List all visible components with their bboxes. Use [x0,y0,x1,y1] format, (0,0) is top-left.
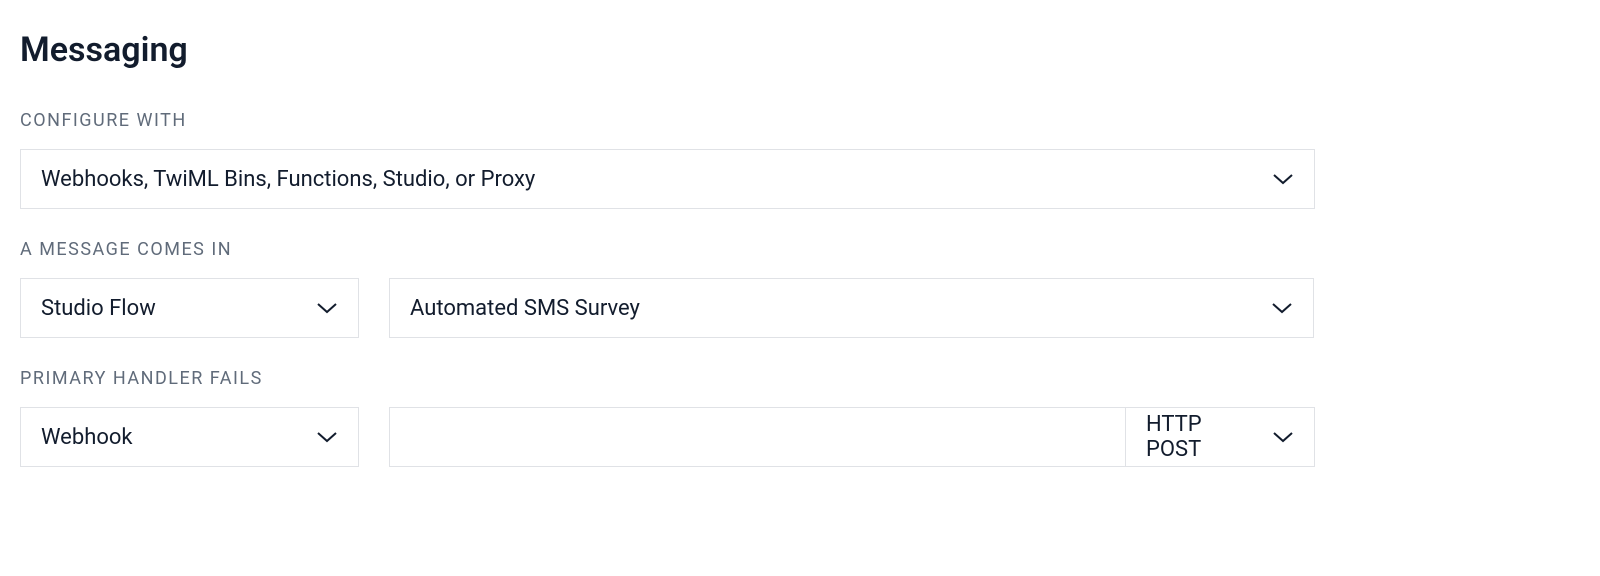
primary-handler-fails-group: Primary handler fails Webhook HTTP POST [20,368,1580,467]
chevron-down-icon [316,301,338,315]
chevron-down-icon [316,430,338,444]
message-handler-type-value: Studio Flow [41,296,156,321]
message-comes-in-label: A message comes in [20,239,1580,260]
configure-with-value: Webhooks, TwiML Bins, Functions, Studio,… [41,167,535,192]
message-comes-in-group: A message comes in Studio Flow Automated… [20,239,1580,338]
fallback-handler-type-select[interactable]: Webhook [20,407,359,467]
fallback-http-method-value: HTTP POST [1146,412,1262,462]
fallback-http-method-select[interactable]: HTTP POST [1125,407,1315,467]
message-handler-value: Automated SMS Survey [410,296,640,321]
chevron-down-icon [1272,430,1294,444]
message-handler-value-select[interactable]: Automated SMS Survey [389,278,1314,338]
primary-handler-fails-label: Primary handler fails [20,368,1580,389]
chevron-down-icon [1271,301,1293,315]
section-title: Messaging [20,30,1580,70]
fallback-handler-type-value: Webhook [41,425,133,450]
fallback-url-input[interactable] [389,407,1125,467]
configure-with-select[interactable]: Webhooks, TwiML Bins, Functions, Studio,… [20,149,1315,209]
configure-with-group: Configure with Webhooks, TwiML Bins, Fun… [20,110,1580,209]
configure-with-label: Configure with [20,110,1580,131]
message-handler-type-select[interactable]: Studio Flow [20,278,359,338]
chevron-down-icon [1272,172,1294,186]
